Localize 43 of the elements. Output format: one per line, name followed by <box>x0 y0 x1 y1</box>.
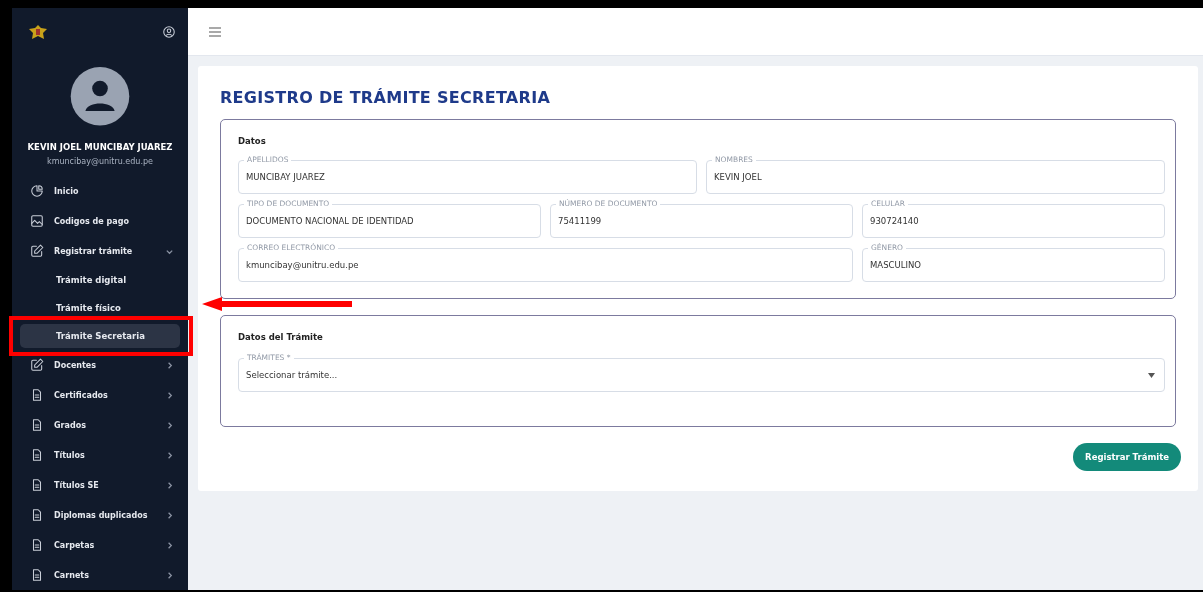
avatar-icon <box>70 67 130 126</box>
sidebar-subitem[interactable]: Trámite Secretaria <box>20 324 180 348</box>
section-title: Datos <box>238 136 267 146</box>
chevron-right-icon <box>165 420 174 430</box>
document-icon <box>30 388 44 402</box>
sidebar-item[interactable]: Certificados <box>12 380 188 410</box>
sidebar-item[interactable]: Docentes <box>12 350 188 380</box>
document-icon <box>30 448 44 462</box>
document-icon <box>30 538 44 552</box>
section-title: Datos del Trámite <box>238 332 324 342</box>
sidebar-item[interactable]: Carpetas <box>12 530 188 560</box>
chevron-right-icon <box>165 450 174 460</box>
sidebar-item[interactable]: Grados <box>12 410 188 440</box>
caret-icon <box>1148 372 1155 378</box>
user-circle-icon[interactable] <box>162 24 176 39</box>
sidebar-subitem[interactable]: Trámite digital <box>20 268 180 292</box>
document-icon <box>30 568 44 582</box>
sidebar-item[interactable]: Codigos de pago <box>12 206 188 236</box>
user-name: KEVIN JOEL MUNCIBAY JUAREZ <box>26 142 174 152</box>
sidebar-item[interactable]: Títulos <box>12 440 188 470</box>
edit-icon <box>30 244 44 258</box>
document-icon <box>30 478 44 492</box>
register-button[interactable]: Registrar Trámite <box>1073 443 1181 471</box>
crest-logo <box>28 23 48 40</box>
edit-icon <box>30 358 44 372</box>
chevron-right-icon <box>165 480 174 490</box>
image-icon <box>30 214 44 228</box>
page-title: REGISTRO DE TRÁMITE SECRETARIA <box>220 88 552 107</box>
sidebar-item[interactable]: Registrar trámite <box>12 236 188 266</box>
sidebar-item[interactable]: Títulos SE <box>12 470 188 500</box>
chevron-right-icon <box>165 360 174 370</box>
user-email: kmuncibay@unitru.edu.pe <box>46 157 154 166</box>
chevron-right-icon <box>165 390 174 400</box>
sidebar-item[interactable]: Carnets <box>12 560 188 590</box>
pie-chart-icon <box>30 184 44 198</box>
chevron-right-icon <box>165 540 174 550</box>
document-icon <box>30 508 44 522</box>
document-icon <box>30 418 44 432</box>
sidebar-subitem[interactable]: Trámite físico <box>20 296 180 320</box>
chevron-right-icon <box>165 570 174 580</box>
sidebar-item[interactable]: Inicio <box>12 176 188 206</box>
sidebar-item[interactable]: Diplomas duplicados <box>12 500 188 530</box>
chevron-right-icon <box>165 510 174 520</box>
